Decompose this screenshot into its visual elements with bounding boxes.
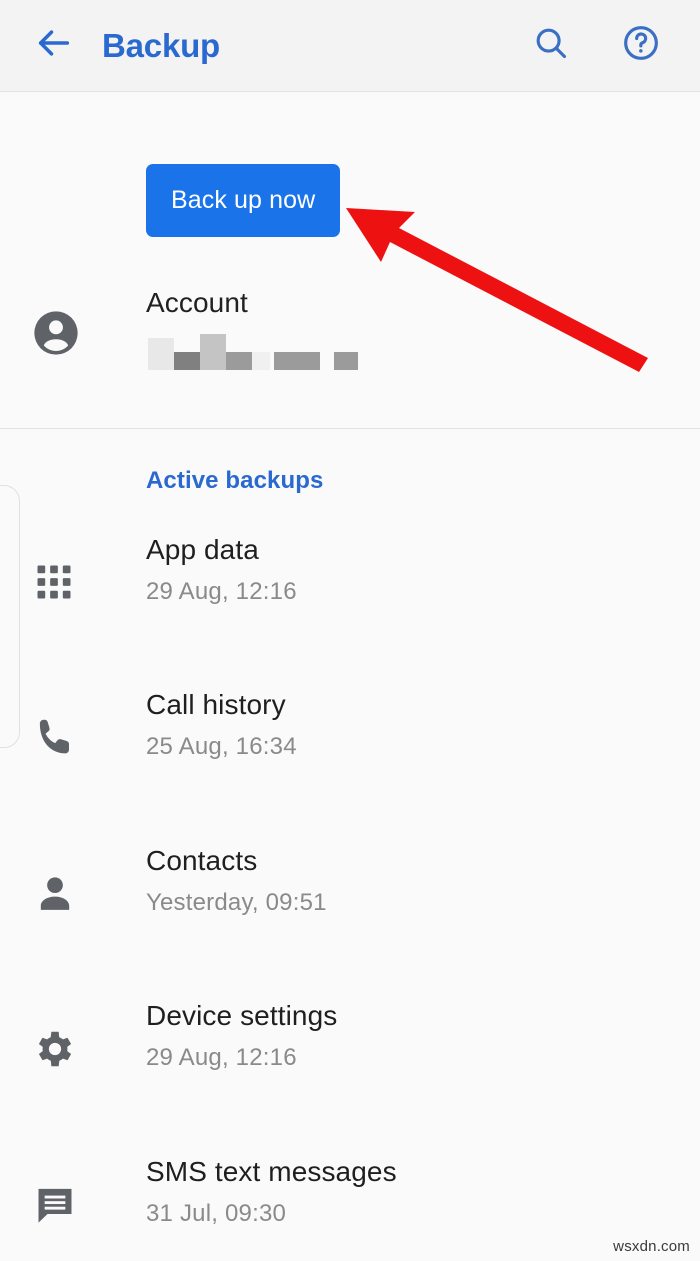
redaction-block: [334, 352, 358, 370]
active-backups-header: Active backups: [146, 467, 324, 494]
list-item-timestamp: 31 Jul, 09:30: [146, 1200, 287, 1227]
content-area: Back up now Account Active backups App d…: [0, 92, 700, 1261]
redaction-block: [252, 352, 270, 370]
list-item[interactable]: Device settings 29 Aug, 12:16: [0, 998, 700, 1108]
back-up-now-button[interactable]: Back up now: [146, 164, 341, 237]
list-item-timestamp: 29 Aug, 12:16: [146, 578, 297, 605]
list-item-timestamp: 29 Aug, 12:16: [146, 1044, 297, 1071]
gear-icon: [32, 1026, 80, 1074]
list-item-title: App data: [146, 534, 259, 565]
help-circle-icon: [621, 23, 661, 68]
redaction-block: [274, 352, 320, 370]
redaction-block: [148, 338, 174, 370]
apps-grid-icon: [32, 560, 80, 608]
message-icon: [32, 1182, 80, 1230]
section-divider: [0, 428, 700, 429]
list-item-title: Device settings: [146, 1000, 338, 1031]
account-label: Account: [146, 287, 248, 318]
help-button[interactable]: [608, 13, 674, 79]
redaction-block: [174, 352, 200, 370]
list-item-title: Contacts: [146, 845, 258, 876]
page-title: Backup: [102, 26, 221, 64]
redaction-block: [226, 352, 252, 370]
list-item-timestamp: 25 Aug, 16:34: [146, 733, 297, 760]
app-bar: Backup: [0, 0, 700, 92]
account-email-redacted: [148, 334, 358, 370]
list-item[interactable]: SMS text messages 31 Jul, 09:30: [0, 1154, 700, 1261]
list-item-title: SMS text messages: [146, 1156, 397, 1187]
watermark: wsxdn.com: [613, 1238, 690, 1255]
search-icon: [532, 24, 570, 67]
list-item[interactable]: App data 29 Aug, 12:16: [0, 532, 700, 642]
list-item-title: Call history: [146, 689, 286, 720]
arrow-left-icon: [34, 23, 74, 68]
back-button[interactable]: [18, 10, 90, 82]
list-item[interactable]: Call history 25 Aug, 16:34: [0, 687, 700, 797]
account-circle-icon: [30, 307, 82, 359]
person-icon: [32, 871, 80, 919]
search-button[interactable]: [518, 13, 584, 79]
redaction-block: [200, 334, 226, 370]
backup-settings-screen: Backup Back up now Account Active backup…: [0, 0, 700, 1261]
account-row[interactable]: Account: [0, 287, 700, 407]
phone-icon: [32, 715, 80, 763]
list-item-timestamp: Yesterday, 09:51: [146, 889, 327, 916]
backup-now-container: Back up now: [146, 164, 341, 237]
list-item[interactable]: Contacts Yesterday, 09:51: [0, 843, 700, 953]
